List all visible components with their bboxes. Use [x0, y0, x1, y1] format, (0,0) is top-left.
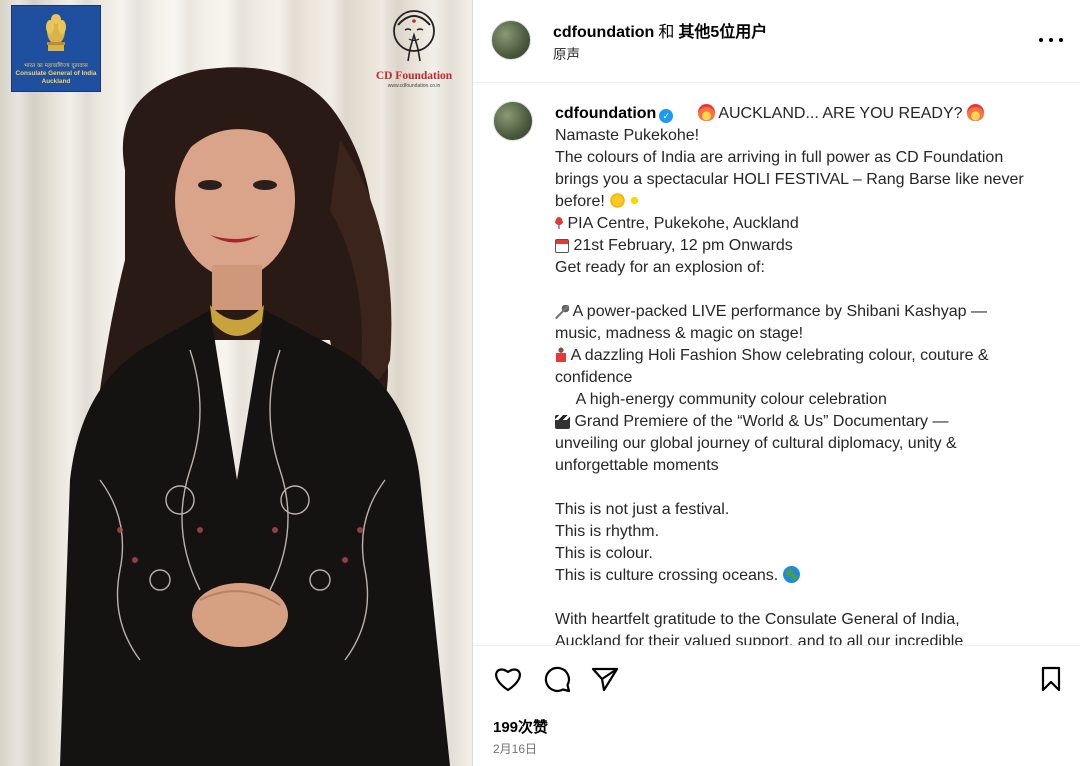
fire-icon [967, 104, 985, 121]
microphone-icon [555, 305, 569, 319]
caption-line: This is rhythm. [555, 523, 660, 540]
caption-line: PIA Centre, Pukekohe, Auckland [555, 213, 1045, 235]
namaste-face-icon [393, 10, 435, 62]
caption-text-span: before! [555, 193, 605, 210]
pin-icon [555, 217, 563, 231]
caption-area: cdfoundation ✓ AUCKLAND... ARE YOU READY?… [473, 83, 1080, 645]
caption-line: With heartfelt gratitude to the Consulat… [555, 611, 960, 628]
post-media[interactable]: भारत का महावाणिज्य दूतावास Consulate Gen… [0, 0, 472, 766]
caption-line: Namaste Pukekohe! [555, 127, 700, 144]
rainbow-icon [680, 106, 698, 118]
caption-line: 21st February, 12 pm Onwards [555, 235, 1045, 257]
caption-location: PIA Centre, Pukekohe, Auckland [567, 215, 799, 232]
caption-text-span: Grand Premiere of the “World & Us” Docum… [574, 413, 949, 430]
send-icon[interactable] [590, 664, 620, 694]
bookmark-icon[interactable] [1036, 664, 1066, 694]
caption-line: A high-energy community colour celebrati… [555, 389, 1045, 411]
action-bar: 199次赞 2月16日 [473, 645, 1080, 766]
sun-icon [609, 192, 627, 209]
caption-line: This is colour. [555, 545, 653, 562]
caption-line [555, 279, 1045, 301]
caption-date: 21st February, 12 pm Onwards [573, 237, 793, 254]
rainbow-icon [555, 392, 572, 404]
caption-line: brings you a spectacular HOLI FESTIVAL –… [555, 171, 1024, 188]
caption-line: unveiling our global journey of cultural… [555, 435, 957, 452]
post-header: cdfoundation 和其他5位用户 原声 [473, 0, 1080, 83]
national-emblem-icon [46, 14, 66, 51]
verified-badge-icon: ✓ [659, 109, 674, 123]
heart-icon[interactable] [493, 664, 523, 694]
caption-text-span: This is culture crossing oceans. [555, 567, 779, 584]
caption-line: confidence [555, 369, 633, 386]
more-options-icon[interactable] [1039, 30, 1063, 50]
header-others[interactable]: 其他5位用户 [678, 24, 767, 41]
caption-line: A dazzling Holi Fashion Show celebrating… [555, 345, 1045, 367]
caption-line [555, 587, 1045, 609]
collab-usernames: cdfoundation 和其他5位用户 [553, 18, 767, 42]
rainbow-icon [984, 106, 1002, 118]
caption-text-span: A high-energy community colour celebrati… [575, 391, 887, 408]
caption-line: Auckland for their valued support, and t… [555, 633, 964, 645]
caption-line: This is culture crossing oceans. [555, 565, 1045, 587]
header-username[interactable]: cdfoundation [553, 24, 654, 41]
caption-line: This is not just a festival. [555, 501, 730, 518]
caption-line: unforgettable moments [555, 457, 719, 474]
caption-line: music, madness & magic on stage! [555, 325, 804, 342]
comment-icon[interactable] [542, 664, 572, 694]
like-count[interactable]: 199次赞 [493, 716, 548, 737]
caption-line: A power-packed LIVE performance by Shiba… [555, 301, 1045, 323]
post-details-panel: cdfoundation 和其他5位用户 原声 cdfoundation ✓ AUC… [473, 0, 1080, 766]
audio-label[interactable]: 原声 [553, 43, 580, 63]
author-avatar[interactable] [491, 20, 531, 60]
caption-line: Grand Premiere of the “World & Us” Docum… [555, 411, 1045, 433]
caption-username[interactable]: cdfoundation [555, 105, 656, 122]
dancer-icon [555, 347, 567, 363]
caption-line: before! [555, 191, 1045, 213]
caption-headline: AUCKLAND... ARE YOU READY? [718, 105, 963, 122]
globe-icon [782, 566, 800, 583]
caption-line: Get ready for an explosion of: [555, 259, 765, 276]
post-date[interactable]: 2月16日 [493, 740, 537, 757]
caption-line [555, 477, 1045, 499]
header-separator: 和 [658, 24, 675, 41]
caption-text-span: A power-packed LIVE performance by Shiba… [572, 303, 988, 320]
fire-icon [697, 104, 715, 121]
caption-line: The colours of India are arriving in ful… [555, 149, 1004, 166]
caption-text: cdfoundation ✓ AUCKLAND... ARE YOU READY?… [555, 103, 1045, 645]
caption-line: cdfoundation ✓ AUCKLAND... ARE YOU READY? [555, 103, 1045, 125]
woman-portrait [60, 67, 450, 766]
clapperboard-icon [555, 415, 570, 429]
post-view: भारत का महावाणिज्य दूतावास Consulate Gen… [0, 0, 1080, 766]
caption-text-span: A dazzling Holi Fashion Show celebrating… [570, 347, 989, 364]
sparkles-icon [626, 192, 644, 209]
calendar-icon [555, 239, 569, 253]
caption-avatar[interactable] [493, 101, 533, 141]
